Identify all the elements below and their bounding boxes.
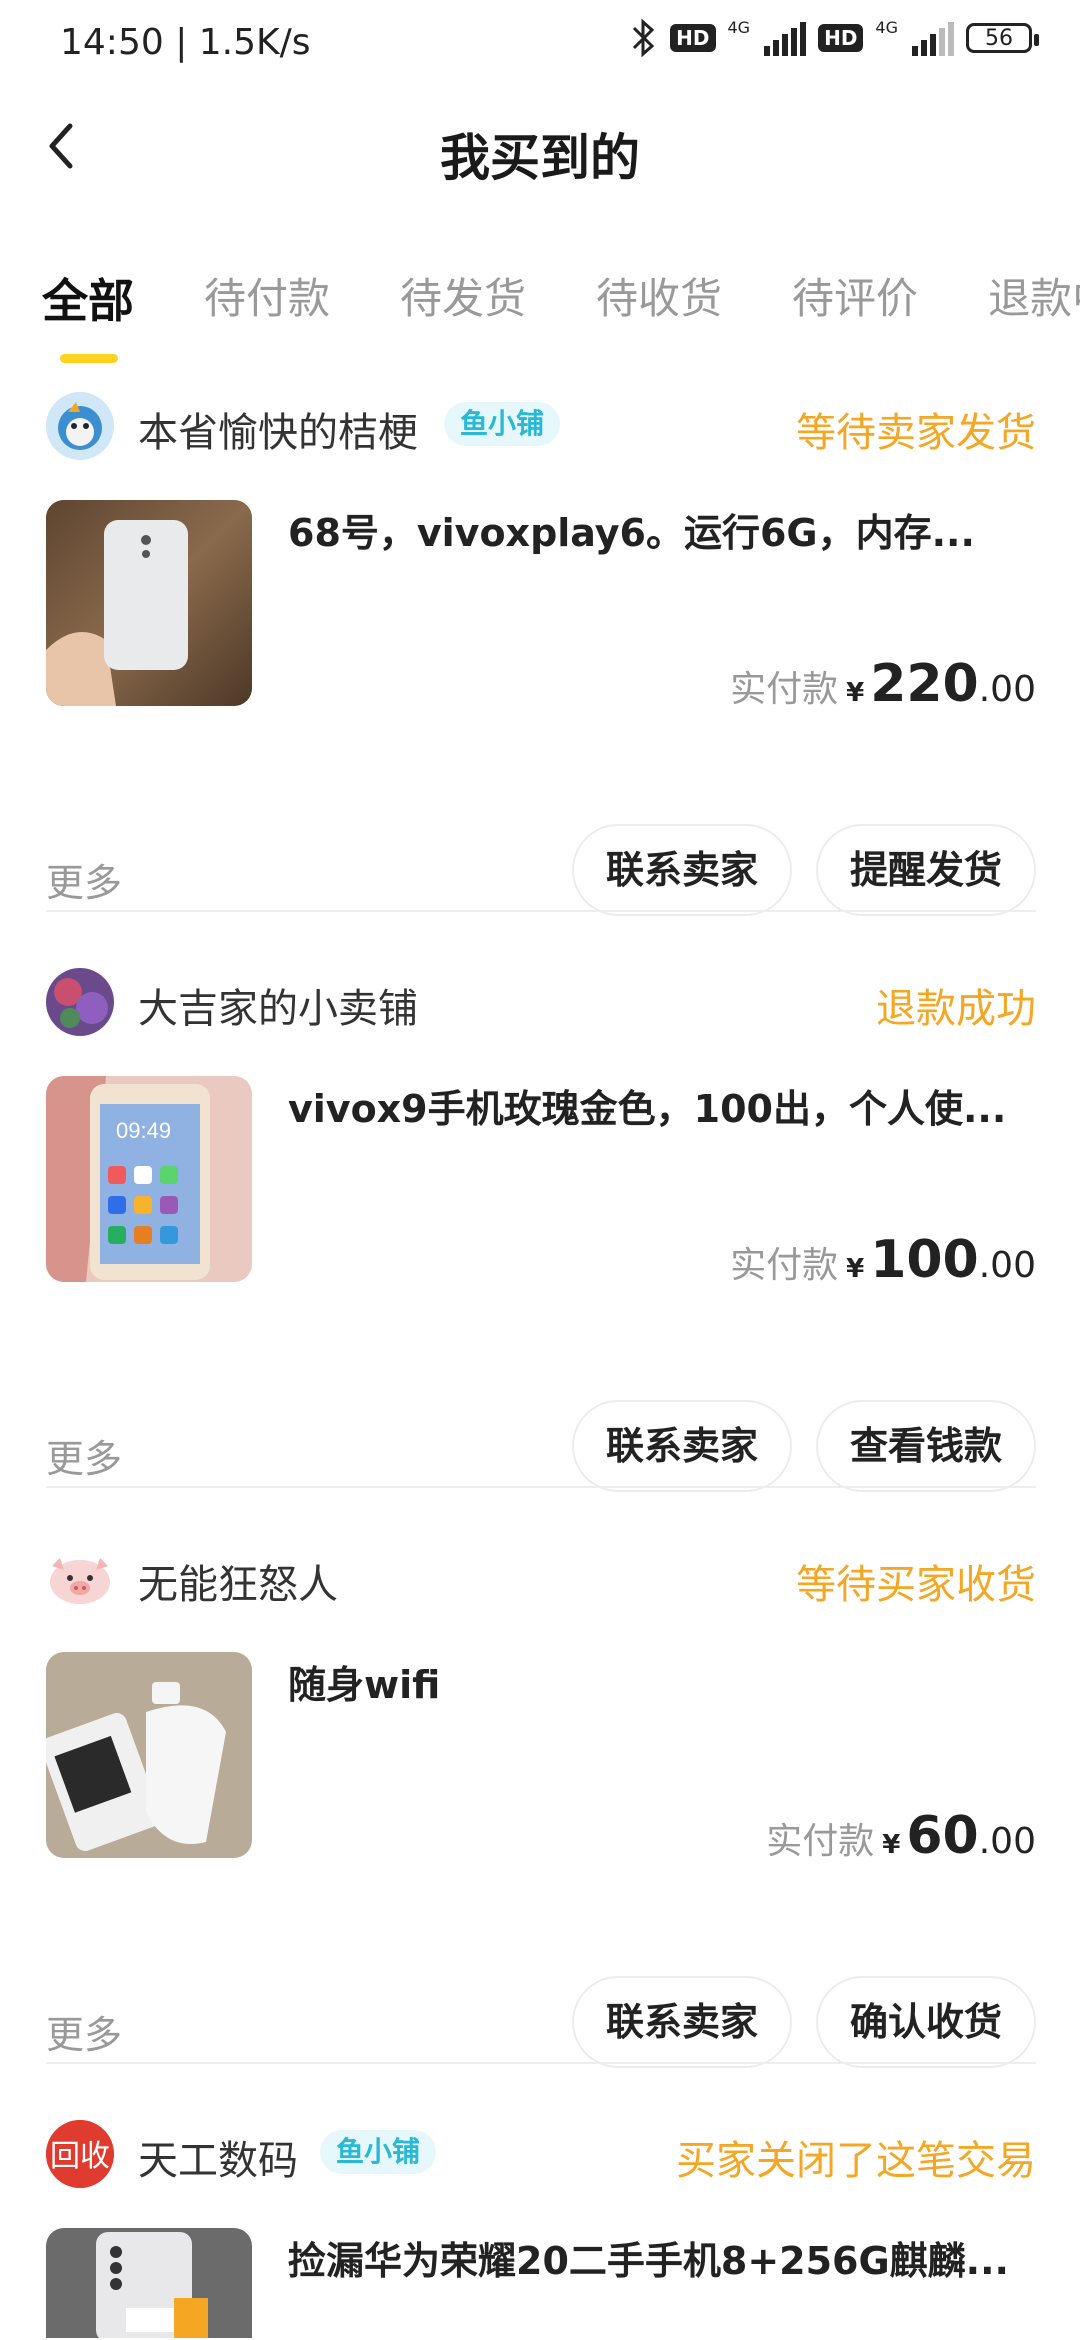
divider — [46, 1486, 1036, 1488]
price-integer: 220 — [870, 654, 979, 714]
hd-badge-2: HD — [818, 24, 864, 52]
action-buttons: 联系卖家 确认收货 — [571, 1976, 1036, 2068]
shop-row[interactable]: 大吉家的小卖铺 退款成功 — [46, 968, 1036, 1040]
tab-refunding[interactable]: 退款中 — [988, 265, 1080, 345]
shop-avatar[interactable] — [46, 392, 114, 460]
more-button[interactable]: 更多 — [46, 1428, 122, 1483]
xianyu-shop-tag: 鱼小铺 — [444, 402, 561, 446]
bluetooth-icon — [633, 18, 655, 58]
signal-icon-1 — [764, 20, 807, 56]
network-label-2: 4G — [875, 18, 898, 37]
shop-name[interactable]: 天工数码 — [138, 2128, 298, 2186]
page-title: 我买到的 — [440, 129, 640, 187]
tab-all[interactable]: 全部 — [42, 265, 134, 363]
product-image[interactable] — [46, 1652, 252, 1858]
shop-avatar[interactable]: 回收 — [46, 2120, 114, 2188]
currency-symbol: ¥ — [882, 1830, 901, 1860]
product-title[interactable]: 68号，vivoxplay6。运行6G，内存... — [288, 502, 1036, 557]
order-status: 退款成功 — [876, 986, 1036, 1032]
tab-pending-shipment[interactable]: 待发货 — [400, 265, 526, 345]
shop-row[interactable]: 无能狂怒人 等待买家收货 — [46, 1544, 1036, 1616]
currency-symbol: ¥ — [846, 1254, 865, 1284]
status-bar: 14:50 | 1.5K/s HD 4G HD 4G 56 — [0, 0, 1080, 90]
view-refund-button[interactable]: 查看钱款 — [815, 1400, 1036, 1492]
status-time: 14:50 | 1.5K/s — [60, 22, 311, 63]
more-button[interactable]: 更多 — [46, 852, 122, 907]
shop-row[interactable]: 本省愉快的桔梗 鱼小铺 等待卖家发货 — [46, 392, 1036, 464]
more-button[interactable]: 更多 — [46, 2004, 122, 2059]
currency-symbol: ¥ — [846, 678, 865, 708]
divider — [46, 2062, 1036, 2064]
price-decimal: .00 — [978, 669, 1036, 710]
action-buttons: 联系卖家 查看钱款 — [571, 1400, 1036, 1492]
xianyu-shop-tag: 鱼小铺 — [320, 2130, 437, 2174]
signal-icon-2 — [912, 20, 954, 56]
hd-badge-1: HD — [670, 24, 716, 52]
paid-amount: 实付款 ¥ 100 .00 — [730, 1230, 1036, 1290]
shop-avatar[interactable] — [46, 968, 114, 1036]
price-label: 实付款 — [730, 669, 839, 710]
order-status: 等待买家收货 — [796, 1562, 1036, 1608]
tab-pending-payment[interactable]: 待付款 — [204, 265, 330, 345]
price-integer: 60 — [906, 1806, 979, 1866]
tab-pending-review[interactable]: 待评价 — [792, 265, 918, 345]
shop-name[interactable]: 本省愉快的桔梗 — [138, 400, 418, 458]
order-status: 买家关闭了这笔交易 — [676, 2138, 1036, 2184]
product-title[interactable]: 捡漏华为荣耀20二手手机8+256G麒麟... — [288, 2230, 1036, 2285]
contact-seller-button[interactable]: 联系卖家 — [571, 824, 792, 916]
product-image[interactable] — [46, 500, 252, 706]
top-bar: 我买到的 — [0, 90, 1080, 210]
price-label: 实付款 — [766, 1821, 875, 1862]
order-status: 等待卖家发货 — [796, 410, 1036, 456]
tab-pending-receipt[interactable]: 待收货 — [596, 265, 722, 345]
paid-amount: 实付款 ¥ 220 .00 — [730, 654, 1036, 714]
confirm-receipt-button[interactable]: 确认收货 — [815, 1976, 1036, 2068]
contact-seller-button[interactable]: 联系卖家 — [571, 1976, 792, 2068]
network-label-1: 4G — [727, 18, 751, 37]
product-title[interactable]: vivox9手机玫瑰金色，100出，个人使... — [288, 1078, 1036, 1133]
avatar-text: 回收 — [50, 2139, 110, 2174]
order-tabs: 全部 待付款 待发货 待收货 待评价 退款中 — [42, 265, 1080, 363]
battery-level: 56 — [985, 25, 1013, 51]
shop-name[interactable]: 无能狂怒人 — [138, 1552, 338, 1610]
product-image[interactable] — [46, 2228, 252, 2338]
shop-avatar[interactable] — [46, 1544, 114, 1612]
divider — [46, 910, 1036, 912]
shop-name[interactable]: 大吉家的小卖铺 — [138, 976, 418, 1034]
paid-amount: 实付款 ¥ 60 .00 — [766, 1806, 1036, 1866]
battery-icon: 56 — [966, 23, 1039, 53]
action-buttons: 联系卖家 提醒发货 — [571, 824, 1036, 916]
price-label: 实付款 — [730, 1245, 839, 1286]
price-decimal: .00 — [978, 1245, 1036, 1286]
contact-seller-button[interactable]: 联系卖家 — [571, 1400, 792, 1492]
shop-row[interactable]: 回收 天工数码 鱼小铺 买家关闭了这笔交易 — [46, 2120, 1036, 2192]
product-title[interactable]: 随身wifi — [288, 1654, 1036, 1709]
remind-shipment-button[interactable]: 提醒发货 — [815, 824, 1036, 916]
product-image[interactable]: 09:49 — [46, 1076, 252, 1282]
status-icons: HD 4G HD 4G 56 — [630, 18, 1039, 58]
svg-text:09:49: 09:49 — [116, 1118, 171, 1143]
price-decimal: .00 — [978, 1821, 1036, 1862]
price-integer: 100 — [870, 1230, 979, 1290]
